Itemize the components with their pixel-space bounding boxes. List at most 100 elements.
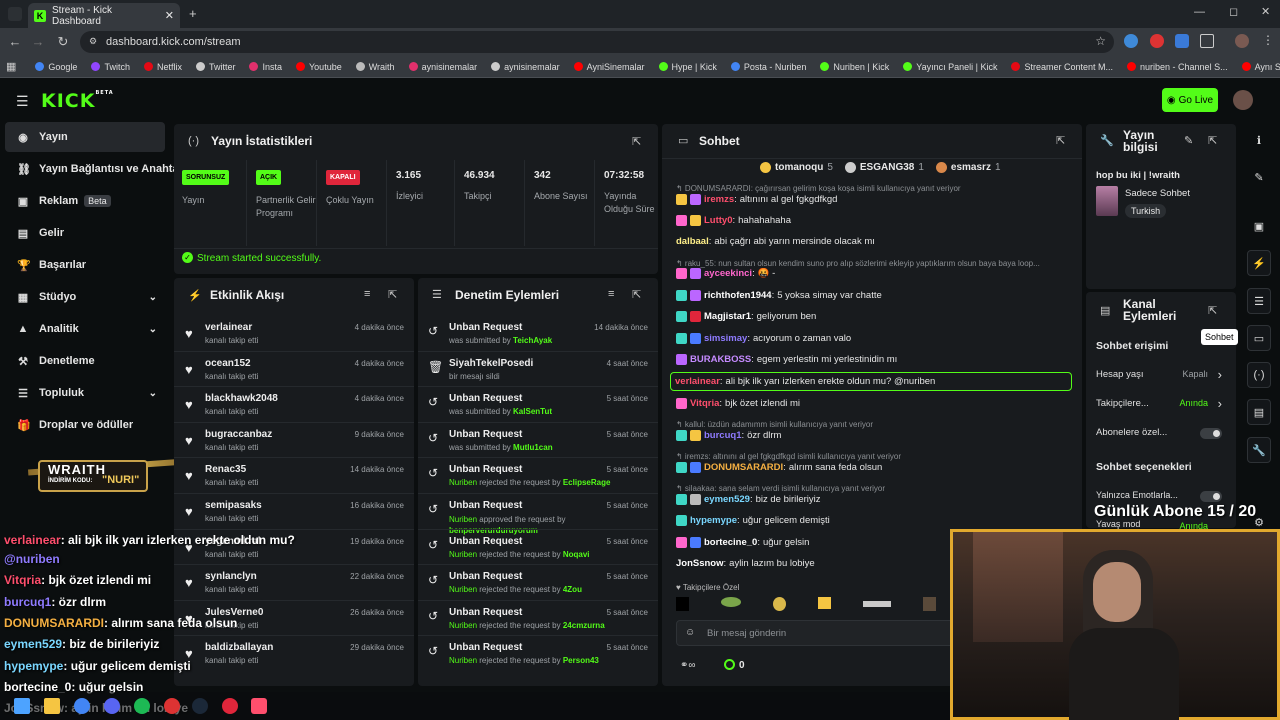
action-name[interactable]: Unban Request	[449, 642, 522, 653]
follower-name[interactable]: blackhawk2048	[205, 393, 278, 404]
setting-value[interactable]: Anında	[1179, 398, 1208, 408]
wrench-icon[interactable]: 🔧	[1243, 437, 1275, 463]
popout-icon[interactable]: ⇱	[632, 135, 641, 148]
chat-username[interactable]: iremzs	[704, 194, 734, 205]
chat-username[interactable]: richthofen1944	[704, 290, 772, 301]
tab-search-icon[interactable]	[8, 7, 22, 21]
list-icon[interactable]: ☰	[1243, 288, 1275, 314]
emote[interactable]	[818, 597, 832, 609]
chat-message[interactable]: hypemype: uğur gelicem demişti	[676, 515, 1068, 526]
top-gifter[interactable]: esmasrz 1	[935, 162, 1001, 173]
folder-icon[interactable]	[44, 698, 60, 714]
bookmark-item[interactable]: Hype | Kick	[652, 62, 724, 72]
chat-message[interactable]: DONUMSARARDI: alırım sana feda olsun	[676, 462, 1068, 473]
emote[interactable]	[863, 601, 892, 607]
action-name[interactable]: Unban Request	[449, 464, 522, 475]
chat-message[interactable]: burcuq1: özr dlrm	[676, 430, 1068, 441]
chat-message[interactable]: iremzs: altınını al gel fgkgdfkgd	[676, 194, 1068, 205]
sidebar-item-yayın[interactable]: ◉ Yayın	[5, 122, 165, 152]
chat-message[interactable]: verlainear: ali bjk ilk yarı izlerken ere…	[670, 372, 1072, 391]
bookmark-item[interactable]: Twitch	[84, 62, 137, 72]
bookmark-item[interactable]: aynisinemalar	[402, 62, 485, 72]
chat-username[interactable]: Vitqria	[690, 398, 719, 409]
app-icon[interactable]	[251, 698, 267, 714]
category-name[interactable]: Sadece Sohbet	[1125, 188, 1190, 199]
maximize-icon[interactable]: ◻	[1229, 5, 1238, 18]
chat-settings-icon[interactable]: ⚭∞	[680, 660, 696, 671]
bookmark-item[interactable]: Netflix	[137, 62, 189, 72]
bookmark-item[interactable]: Posta - Nuriben	[724, 62, 814, 72]
moderator-name[interactable]: Nuriben	[449, 478, 477, 487]
moderator-name[interactable]: Nuriben	[449, 515, 477, 524]
action-name[interactable]: Unban Request	[449, 500, 522, 511]
target-user[interactable]: benperverurduruyorum	[449, 526, 538, 535]
sidebar-item-yayın[interactable]: ⛓ Yayın Bağlantısı ve Anahtarı	[5, 154, 186, 184]
apps-grid-icon[interactable]: ▦	[6, 60, 28, 73]
go-live-button[interactable]: ◉ Go Live	[1162, 88, 1218, 112]
action-name[interactable]: Unban Request	[449, 393, 522, 404]
chevron-down-icon[interactable]: ⌄	[149, 388, 157, 399]
follower-name[interactable]: bugraccanbaz	[205, 429, 272, 440]
emote[interactable]	[720, 597, 742, 607]
chat-username[interactable]: BURAKBOSS	[690, 354, 751, 365]
chat-username[interactable]: eymen529	[704, 494, 750, 505]
popout-icon[interactable]: ⇱	[1208, 304, 1217, 317]
discord-icon[interactable]	[104, 698, 120, 714]
target-user[interactable]: EclipseRage	[563, 478, 611, 487]
chat-message[interactable]: eymen529: biz de birileriyiz	[676, 494, 1068, 505]
follower-name[interactable]: synlanclyn	[205, 571, 257, 582]
bookmark-star-icon[interactable]: ☆	[1095, 34, 1106, 48]
moderator-name[interactable]: Nuriben	[449, 621, 477, 630]
emote[interactable]	[676, 597, 689, 611]
chat-username[interactable]: dalbaal	[676, 236, 709, 247]
follower-name[interactable]: verlainear	[205, 322, 252, 333]
chat-message[interactable]: Vitqria: bjk özet izlendi mi	[676, 398, 1068, 409]
chat-username[interactable]: Lutty0	[704, 215, 733, 226]
chat-username[interactable]: ayceekinci	[704, 268, 752, 279]
target-user[interactable]: TeichAyak	[513, 336, 552, 345]
action-name[interactable]: Unban Request	[449, 429, 522, 440]
filter-icon[interactable]: ≡	[364, 288, 370, 300]
moderator-name[interactable]: Nuriben	[449, 656, 477, 665]
action-name[interactable]: Unban Request	[449, 607, 522, 618]
chat-username[interactable]: DONUMSARARDI	[704, 462, 783, 473]
action-name[interactable]: Unban Request	[449, 322, 522, 333]
action-name[interactable]: SiyahTekelPosedi	[449, 358, 533, 369]
app-icon[interactable]	[164, 698, 180, 714]
browser-tab[interactable]: K Stream - Kick Dashboard ✕	[28, 3, 180, 28]
bookmark-item[interactable]: Streamer Content M...	[1004, 62, 1120, 72]
sidebar-item-gelir[interactable]: ▤ Gelir	[5, 218, 165, 248]
target-user[interactable]: 4Zou	[563, 585, 582, 594]
bookmark-item[interactable]: Google	[28, 62, 84, 72]
profile-icon[interactable]	[1235, 34, 1249, 48]
window-close-icon[interactable]: ✕	[1261, 5, 1270, 18]
target-user[interactable]: Mutlu1can	[513, 443, 553, 452]
url-bar[interactable]: ⚙ dashboard.kick.com/stream ☆	[80, 31, 1114, 53]
new-tab-icon[interactable]: +	[189, 6, 197, 21]
emoji-icon[interactable]: ☺	[685, 627, 695, 638]
moderator-name[interactable]: Nuriben	[449, 585, 477, 594]
bookmark-item[interactable]: Nuriben | Kick	[813, 62, 896, 72]
top-gifter[interactable]: tomanoqu 5	[760, 162, 833, 173]
start-icon[interactable]	[14, 698, 30, 714]
chat-bubble-icon[interactable]: ▭	[1243, 325, 1275, 351]
bookmark-item[interactable]: Youtube	[289, 62, 349, 72]
steam-icon[interactable]	[192, 698, 208, 714]
chrome-icon[interactable]	[74, 698, 90, 714]
sidebar-item-droplar[interactable]: 🎁 Droplar ve ödüller	[5, 410, 165, 440]
chat-username[interactable]: simsimay	[704, 333, 747, 344]
broadcast-icon[interactable]: (·)	[1243, 362, 1275, 388]
target-user[interactable]: Person43	[563, 656, 599, 665]
sidebar-item-başarılar[interactable]: 🏆 Başarılar	[5, 250, 165, 280]
edit-icon[interactable]: ✎	[1243, 164, 1275, 190]
category-thumbnail[interactable]	[1096, 186, 1118, 216]
sidebar-item-analitik[interactable]: ▲ Analitik ⌄	[5, 314, 165, 344]
kick-logo[interactable]: KICKBETA	[41, 90, 114, 112]
target-user[interactable]: Noqavi	[563, 550, 590, 559]
chat-message[interactable]: BURAKBOSS: egem yerlestin mi yerlestinidi…	[676, 354, 1068, 365]
sidebar-item-topluluk[interactable]: ☰ Topluluk ⌄	[5, 378, 165, 408]
chat-username[interactable]: hypemype	[690, 515, 737, 526]
chat-username[interactable]: bortecine_0	[704, 537, 757, 548]
setting-value[interactable]: Kapalı	[1182, 369, 1208, 379]
chevron-down-icon[interactable]: ⌄	[149, 324, 157, 335]
